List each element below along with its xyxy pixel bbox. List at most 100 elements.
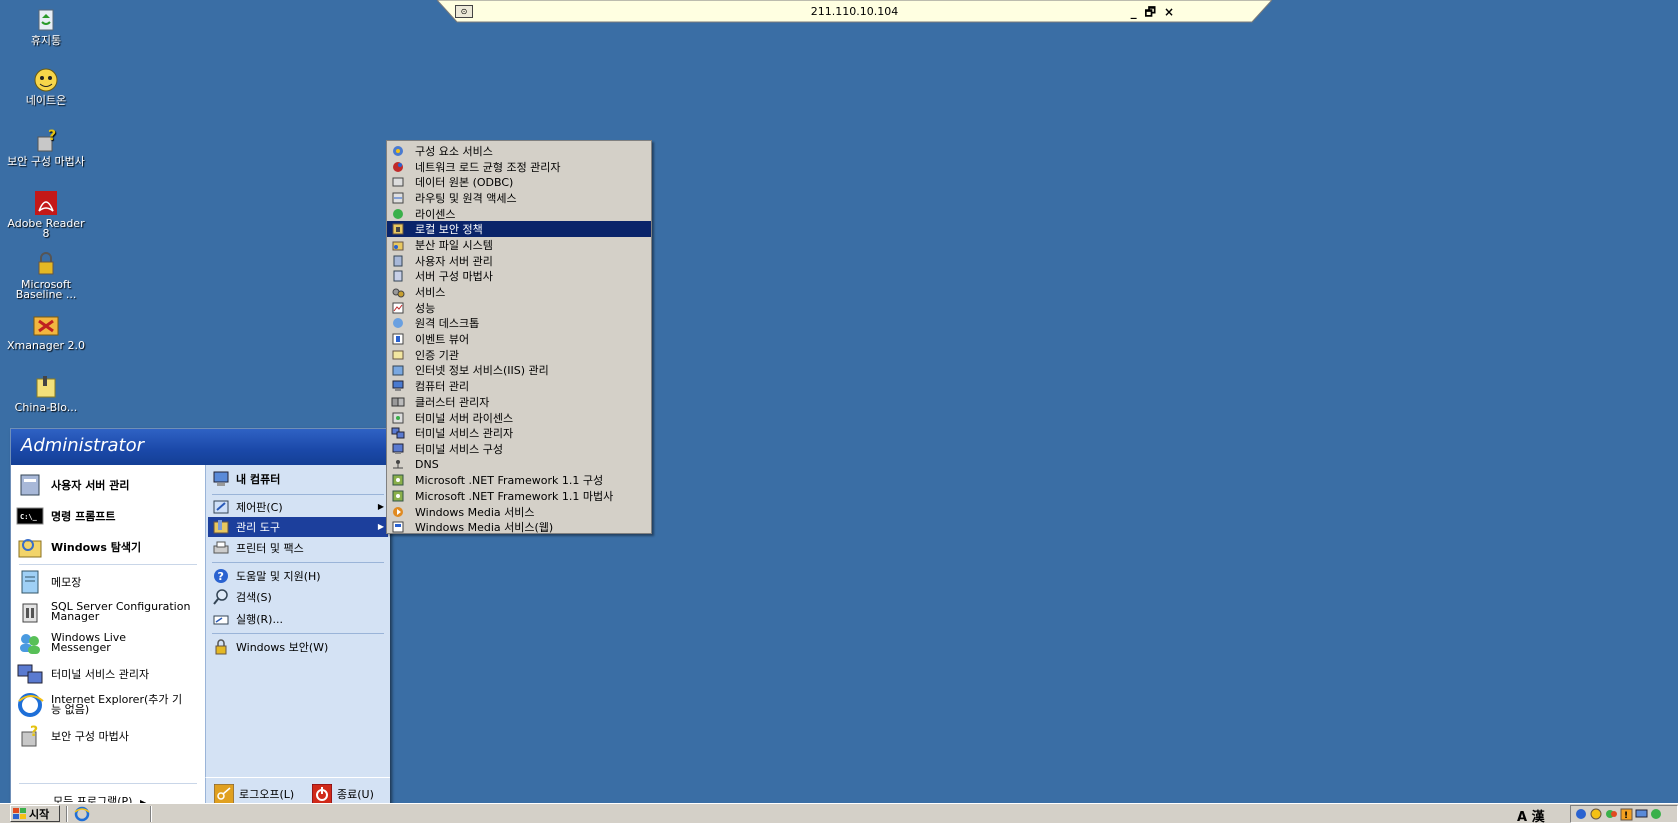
- submenu-label: 이벤트 뷰어: [415, 333, 470, 347]
- submenu-item[interactable]: 분산 파일 시스템: [387, 237, 651, 253]
- submenu-label: 서비스: [415, 286, 446, 300]
- ime-indicator[interactable]: A 漢: [1517, 806, 1545, 823]
- desktop-icon-label: China-Blo...: [14, 401, 78, 414]
- windows-security-item[interactable]: Windows 보안(W): [208, 637, 388, 657]
- submenu-item-selected[interactable]: 로컬 보안 정책: [387, 221, 651, 238]
- recent-security-wizard[interactable]: ? 보안 구성 마법사: [15, 722, 201, 750]
- submenu-item[interactable]: 이벤트 뷰어: [387, 331, 651, 347]
- performance-icon: [391, 301, 405, 315]
- submenu-label: 터미널 서비스 구성: [415, 442, 503, 456]
- tray-app-icon[interactable]: [1650, 808, 1663, 821]
- tray-computer-icon[interactable]: [1635, 808, 1648, 821]
- submenu-item[interactable]: 네트워크 로드 균형 조정 관리자: [387, 159, 651, 175]
- desktop-icon-recycle-bin[interactable]: 휴지통: [6, 6, 86, 46]
- submenu-label: Microsoft .NET Framework 1.1 마법사: [415, 489, 614, 503]
- logoff-button[interactable]: 로그오프(L): [214, 784, 294, 804]
- start-button[interactable]: 시작: [10, 805, 60, 822]
- submenu-item[interactable]: 라우팅 및 원격 액세스: [387, 190, 651, 206]
- desktop-icon-security-wizard[interactable]: ? 보안 구성 마법사: [6, 127, 86, 167]
- svg-text:?: ?: [30, 724, 38, 740]
- submenu-item[interactable]: Windows Media 서비스: [387, 504, 651, 520]
- close-button[interactable]: ×: [1164, 5, 1182, 19]
- desktop-icon-adobe-reader[interactable]: Adobe Reader 8: [6, 189, 86, 239]
- local-security-policy-icon: [391, 222, 405, 236]
- desktop-icon-label: 네이트온: [25, 94, 67, 107]
- submenu-label: 분산 파일 시스템: [415, 238, 493, 252]
- submenu-item[interactable]: 인증 기관: [387, 347, 651, 363]
- submenu-item[interactable]: Microsoft .NET Framework 1.1 마법사: [387, 488, 651, 504]
- tray-network-icon[interactable]: [1575, 808, 1588, 821]
- help-item[interactable]: ? 도움말 및 지원(H): [208, 566, 388, 586]
- admin-tools-icon: [212, 518, 230, 536]
- submenu-item[interactable]: 서비스: [387, 284, 651, 300]
- minimize-button[interactable]: _: [1131, 5, 1145, 19]
- pinned-cmd[interactable]: C:\_ 명령 프롬프트: [15, 502, 201, 530]
- shutdown-button[interactable]: 종료(U): [312, 784, 374, 804]
- submenu-item[interactable]: 서버 구성 마법사: [387, 269, 651, 285]
- desktop-icon-xmanager[interactable]: Xmanager 2.0: [6, 311, 86, 351]
- submenu-item[interactable]: 사용자 서버 관리: [387, 253, 651, 269]
- right-separator: [212, 494, 384, 495]
- submenu-label: 사용자 서버 관리: [415, 254, 493, 268]
- submenu-label: Windows Media 서비스: [415, 505, 535, 519]
- tray-security-icon[interactable]: [1590, 808, 1603, 821]
- desktop-icon-china-blo[interactable]: China-Blo...: [6, 373, 86, 413]
- recent-notepad[interactable]: 메모장: [15, 568, 201, 596]
- submenu-item[interactable]: 클러스터 관리자: [387, 394, 651, 410]
- submenu-item[interactable]: 터미널 서비스 관리자: [387, 425, 651, 441]
- dotnet-wizard-icon: [391, 489, 405, 503]
- dfs-icon: [391, 238, 405, 252]
- control-panel-icon: [212, 498, 230, 516]
- ie-quicklaunch-icon[interactable]: [74, 806, 90, 822]
- submenu-label: 터미널 서비스 관리자: [415, 427, 514, 441]
- submenu-item[interactable]: 라이센스: [387, 206, 651, 222]
- submenu-item[interactable]: 성능: [387, 300, 651, 316]
- recent-terminal-services[interactable]: 터미널 서비스 관리자: [15, 660, 201, 688]
- right-separator: [212, 633, 384, 634]
- cluster-admin-icon: [391, 395, 405, 409]
- submenu-label: 클러스터 관리자: [415, 395, 490, 409]
- arrow-right-icon: ▶: [377, 502, 384, 511]
- recent-messenger[interactable]: Windows Live Messenger: [15, 629, 201, 657]
- submenu-item[interactable]: 데이터 원본 (ODBC): [387, 174, 651, 190]
- my-computer-item[interactable]: 내 컴퓨터: [208, 467, 388, 491]
- recent-ie[interactable]: Internet Explorer(추가 기능 없음): [15, 691, 201, 719]
- submenu-label: 인터넷 정보 서비스(IIS) 관리: [415, 364, 549, 378]
- submenu-item[interactable]: 인터넷 정보 서비스(IIS) 관리: [387, 363, 651, 379]
- run-item[interactable]: 실행(R)...: [208, 609, 388, 629]
- submenu-item[interactable]: 터미널 서버 라이센스: [387, 410, 651, 426]
- rdp-window-controls[interactable]: _🗗×: [1131, 3, 1182, 24]
- iis-icon: [391, 363, 405, 377]
- shutdown-label: 종료(U): [337, 788, 374, 801]
- recent-label: 보안 구성 마법사: [51, 730, 129, 743]
- submenu-item[interactable]: 구성 요소 서비스: [387, 143, 651, 159]
- control-panel-item[interactable]: 제어판(C) ▶: [208, 497, 388, 517]
- submenu-item[interactable]: DNS: [387, 457, 651, 473]
- odbc-icon: [391, 175, 405, 189]
- desktop-icon-nateon[interactable]: 네이트온: [6, 66, 86, 106]
- tray-messenger-icon[interactable]: [1605, 808, 1618, 821]
- recycle-bin-icon: [31, 6, 61, 34]
- submenu-label: 구성 요소 서비스: [415, 144, 493, 158]
- item-label: 실행(R)...: [236, 613, 283, 626]
- submenu-item[interactable]: 터미널 서비스 구성: [387, 441, 651, 457]
- nlb-icon: [391, 160, 405, 174]
- pinned-server-manage[interactable]: 사용자 서버 관리: [15, 471, 201, 499]
- pinned-explorer[interactable]: Windows 탐색기: [15, 533, 201, 561]
- recent-sql-config[interactable]: SQL Server Configuration Manager: [15, 598, 201, 626]
- search-item[interactable]: 검색(S): [208, 587, 388, 607]
- tray-alert-icon[interactable]: !: [1620, 808, 1633, 821]
- desktop-icon-mbsa[interactable]: Microsoft Baseline ...: [6, 250, 86, 300]
- submenu-item[interactable]: Windows Media 서비스(웹): [387, 520, 651, 536]
- certificate-authority-icon: [391, 348, 405, 362]
- windows-media-web-icon: [391, 520, 405, 534]
- admin-tools-item[interactable]: 관리 도구 ▶: [208, 517, 388, 537]
- svg-text:?: ?: [218, 570, 224, 583]
- printers-item[interactable]: 프린터 및 팩스: [208, 538, 388, 558]
- restore-button[interactable]: 🗗: [1145, 5, 1164, 19]
- submenu-item[interactable]: 컴퓨터 관리: [387, 378, 651, 394]
- submenu-item[interactable]: Microsoft .NET Framework 1.1 구성: [387, 472, 651, 488]
- submenu-item[interactable]: 원격 데스크톱: [387, 316, 651, 332]
- recent-label: 메모장: [51, 576, 82, 589]
- printer-icon: [212, 539, 230, 557]
